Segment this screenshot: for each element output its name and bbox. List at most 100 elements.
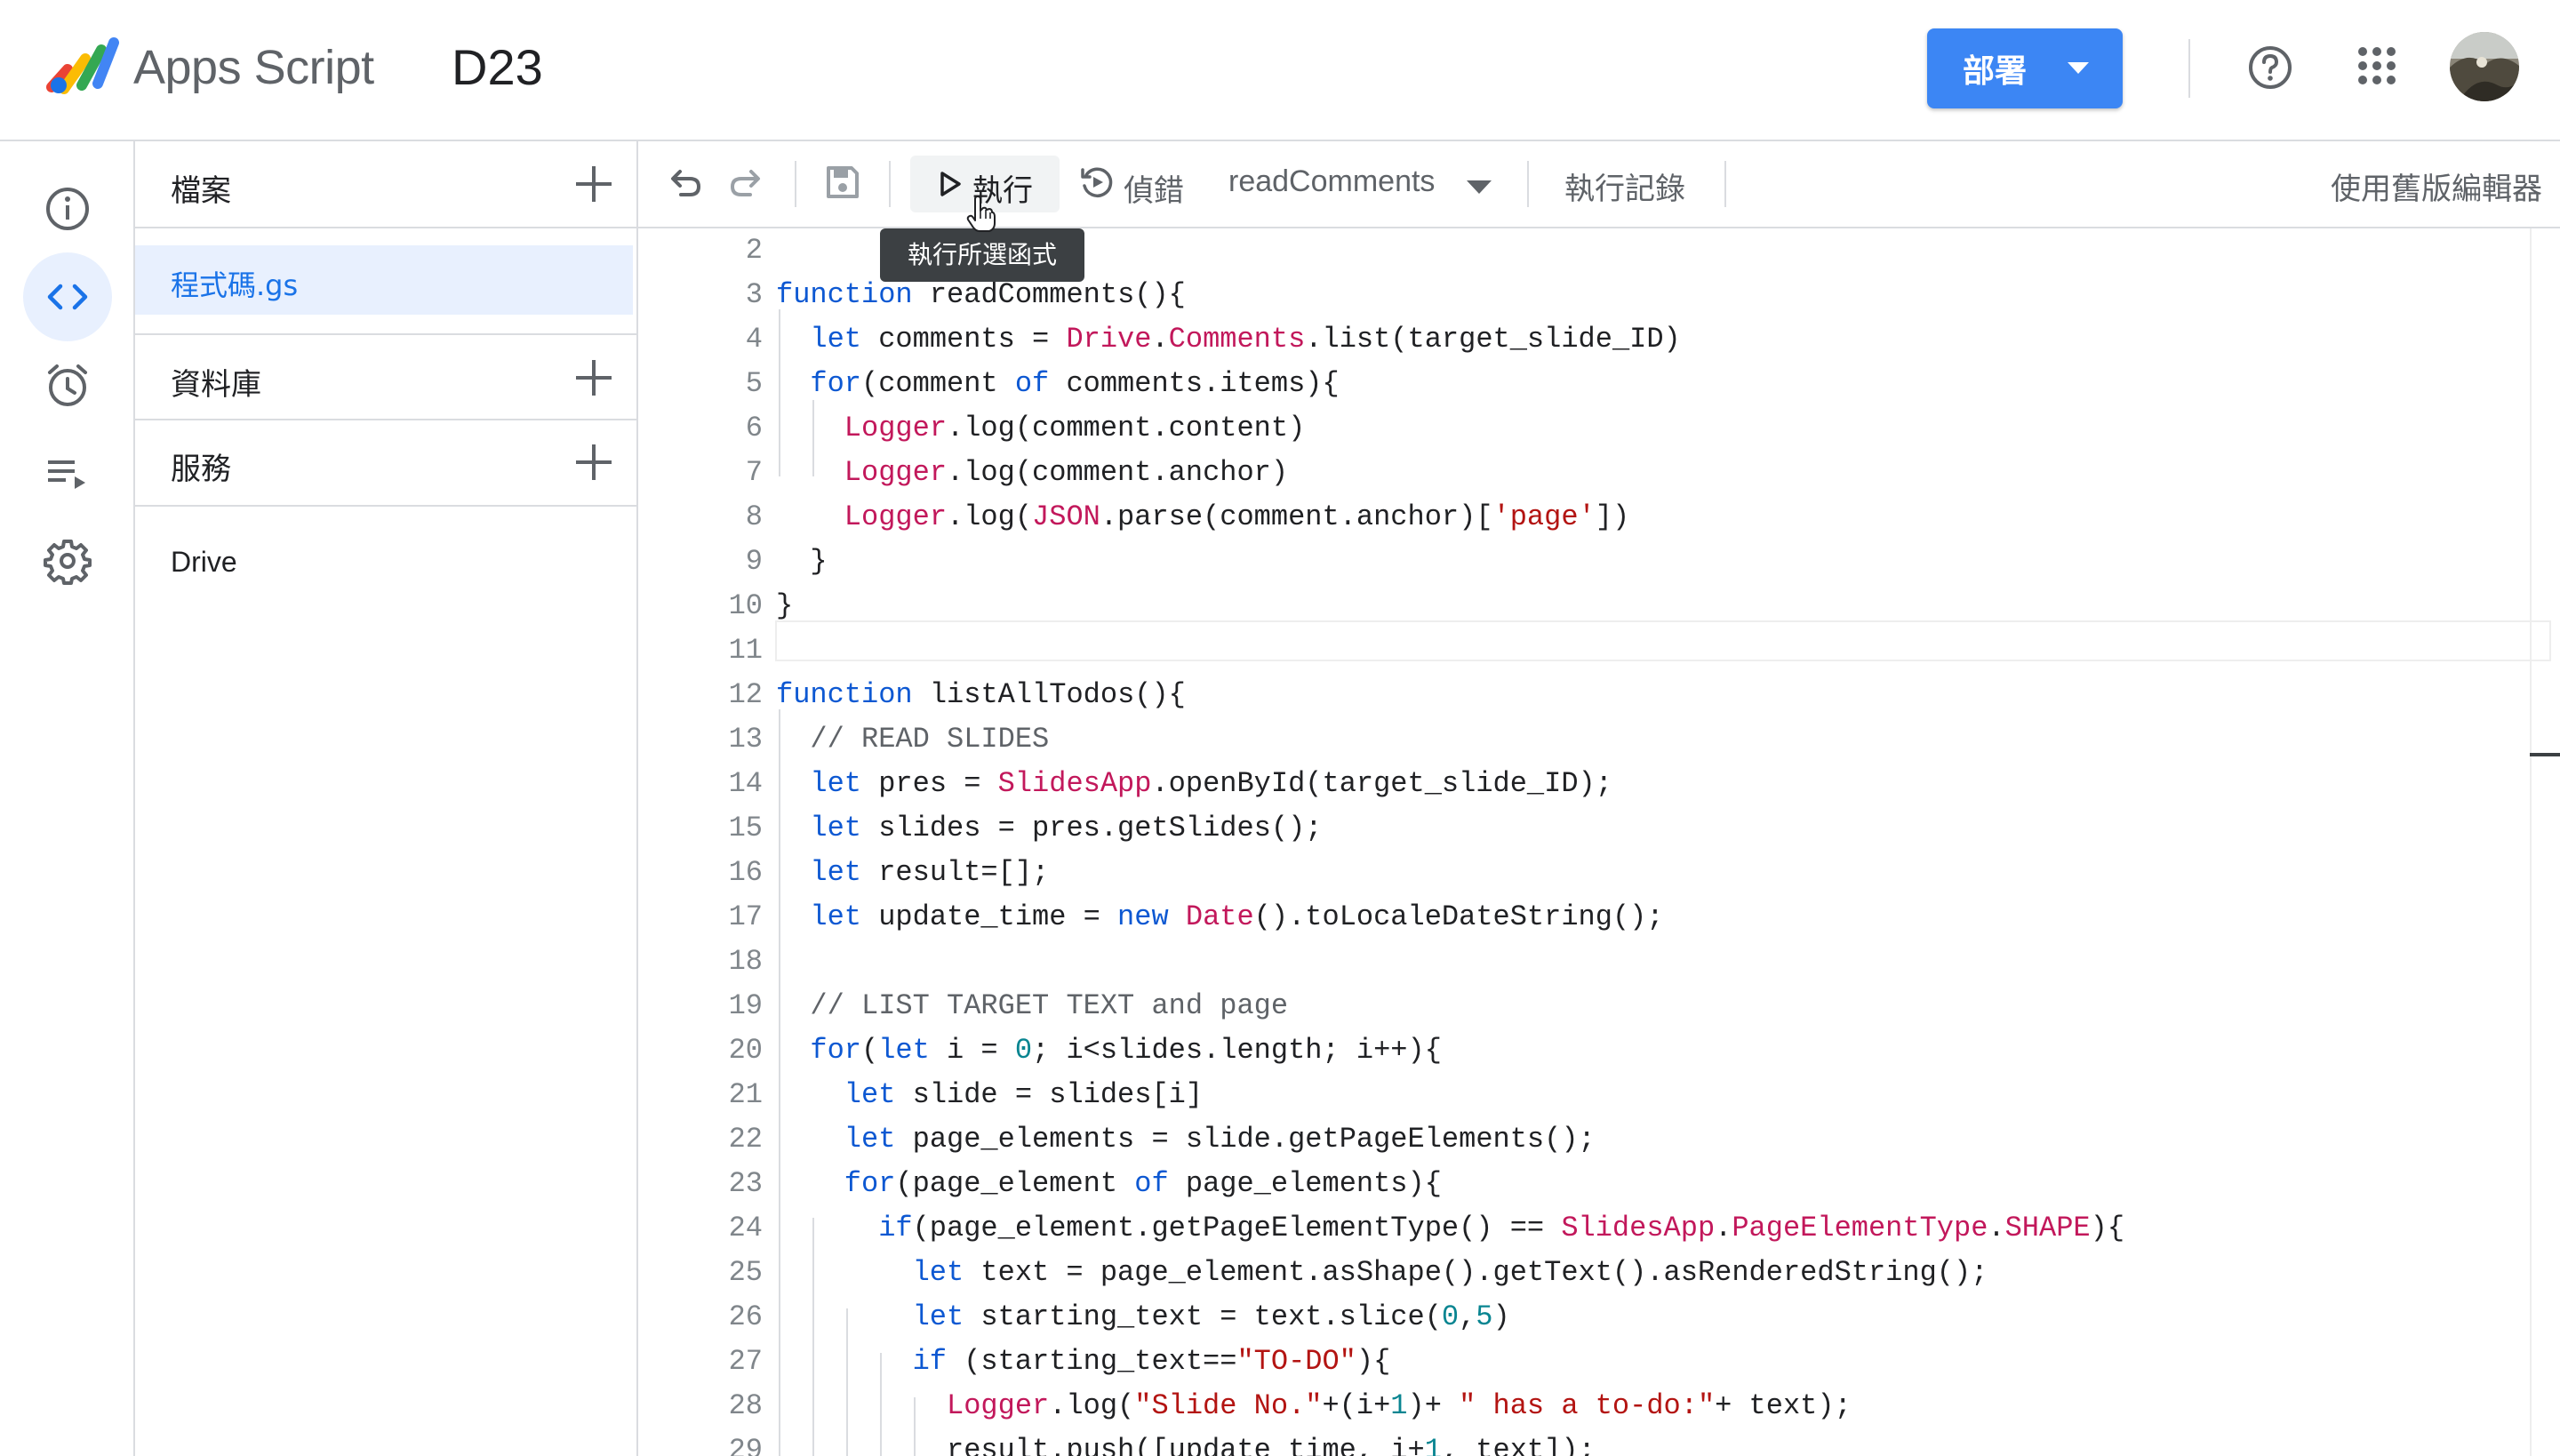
code-line[interactable]: 28 Logger.log("Slide No."+(i+1)+ " has a … <box>638 1384 2560 1428</box>
redo-icon[interactable] <box>727 163 766 202</box>
undo-icon[interactable] <box>665 163 704 202</box>
help-icon[interactable] <box>2247 44 2293 91</box>
file-item-code-gs[interactable]: 程式碼.gs <box>135 245 633 315</box>
code-line[interactable]: 7 Logger.log(comment.anchor) <box>638 451 2560 495</box>
code-line[interactable]: 25 let text = page_element.asShape().getT… <box>638 1251 2560 1295</box>
code-line[interactable]: 4 let comments = Drive.Comments.list(targ… <box>638 317 2560 362</box>
code-line[interactable]: 27 if (starting_text=="TO-DO"){ <box>638 1340 2560 1384</box>
code-line[interactable]: 11 <box>638 628 2560 673</box>
chevron-down-icon[interactable] <box>2068 62 2089 74</box>
code-token: let <box>810 767 861 800</box>
code-token: .log(comment.anchor) <box>947 456 1289 489</box>
deploy-button[interactable]: 部署 <box>1927 28 2123 108</box>
add-library-icon[interactable] <box>574 358 613 397</box>
code-line[interactable]: 22 let page_elements = slide.getPageEleme… <box>638 1117 2560 1162</box>
code-text: Logger.log("Slide No."+(i+1)+ " has a to… <box>947 1384 1852 1428</box>
code-token: 'page' <box>1492 500 1596 533</box>
debug-button-label: 偵錯 <box>1124 173 1184 209</box>
line-number: 25 <box>728 1256 763 1289</box>
code-token: let <box>810 900 861 933</box>
line-number: 28 <box>728 1389 763 1422</box>
code-token: 0 <box>1441 1300 1460 1333</box>
apps-script-logo[interactable] <box>46 34 121 98</box>
code-line[interactable]: 10} <box>638 584 2560 628</box>
code-token: . <box>1988 1212 2005 1244</box>
code-token: Logger <box>844 500 948 533</box>
code-token: Drive <box>1066 323 1152 356</box>
code-token: let <box>844 1123 896 1156</box>
code-token: .log(comment.content) <box>947 412 1306 444</box>
add-service-icon[interactable] <box>574 443 613 482</box>
code-token: page_elements){ <box>1168 1167 1442 1200</box>
code-line[interactable]: 14 let pres = SlidesApp.openById(target_s… <box>638 762 2560 806</box>
code-line[interactable]: 17 let update_time = new Date().toLocaleD… <box>638 895 2560 940</box>
execution-log-button[interactable]: 執行記錄 <box>1564 164 1685 208</box>
code-line[interactable]: 5 for(comment of comments.items){ <box>638 362 2560 406</box>
code-token: let <box>878 1034 930 1067</box>
code-line[interactable]: 26 let starting_text = text.slice(0,5) <box>638 1295 2560 1340</box>
code-token: ) <box>1492 1300 1510 1333</box>
toolbar-divider <box>889 161 891 207</box>
function-select[interactable]: readComments <box>1228 164 1435 199</box>
rail-editor-button[interactable] <box>23 252 112 341</box>
code-token: "TO-DO" <box>1236 1345 1356 1378</box>
code-text: for(let i = 0; i<slides.length; i++){ <box>810 1028 1442 1073</box>
code-text: } <box>810 540 827 584</box>
line-number: 9 <box>745 545 763 578</box>
rail-overview-button[interactable] <box>23 164 112 253</box>
code-line[interactable]: 15 let slides = pres.getSlides(); <box>638 806 2560 851</box>
code-token: } <box>810 545 828 578</box>
code-line[interactable]: 8 Logger.log(JSON.parse(comment.anchor)['… <box>638 495 2560 540</box>
code-line[interactable]: 24 if(page_element.getPageElementType() =… <box>638 1206 2560 1251</box>
code-token: for <box>844 1167 896 1200</box>
code-line[interactable]: 19 // LIST TARGET TEXT and page <box>638 984 2560 1028</box>
code-token: let <box>810 323 861 356</box>
rail-executions-button[interactable] <box>23 428 112 517</box>
code-text: let slide = slides[i] <box>844 1073 1203 1117</box>
code-text: result.push([update_time, i+1, text]); <box>947 1428 1596 1456</box>
code-token: 1 <box>1390 1389 1408 1422</box>
line-number: 23 <box>728 1167 763 1200</box>
playlist-icon <box>48 460 85 489</box>
line-number: 4 <box>745 323 763 356</box>
save-icon[interactable] <box>823 163 862 202</box>
code-line[interactable]: 20 for(let i = 0; i<slides.length; i++){ <box>638 1028 2560 1073</box>
editor-toolbar: 執行 偵錯 readComments 執行記錄 使用舊版編輯器 <box>638 141 2560 228</box>
avatar[interactable] <box>2450 32 2519 101</box>
code-text: Logger.log(comment.content) <box>844 406 1305 451</box>
code-editor[interactable]: 2 3 function readComments(){4 let comments … <box>638 228 2560 1456</box>
line-number: 14 <box>728 767 763 800</box>
code-text: if(page_element.getPageElementType() == … <box>878 1206 2124 1251</box>
code-token: let <box>912 1300 964 1333</box>
apps-grid-icon[interactable] <box>2357 46 2396 85</box>
code-line[interactable]: 23 for(page_element of page_elements){ <box>638 1162 2560 1206</box>
toolbar-divider <box>795 161 796 207</box>
project-title[interactable]: D23 <box>452 36 543 100</box>
code-line[interactable]: 18 <box>638 940 2560 984</box>
code-line[interactable]: 12 function listAllTodos(){ <box>638 673 2560 717</box>
code-line[interactable]: 9} <box>638 540 2560 584</box>
header-divider <box>2188 39 2190 98</box>
code-token: starting_text = text.slice( <box>964 1300 1442 1333</box>
code-token: ]) <box>1595 500 1630 533</box>
code-line[interactable]: 29 result.push([update_time, i+1, text]); <box>638 1428 2560 1456</box>
legacy-editor-button[interactable]: 使用舊版編輯器 <box>2331 164 2542 208</box>
code-token: 1 <box>1424 1434 1442 1456</box>
chevron-down-icon[interactable] <box>1467 180 1492 194</box>
code-text: let slides = pres.getSlides(); <box>810 806 1322 851</box>
code-text: let result=[]; <box>810 851 1049 895</box>
code-line[interactable]: 6 Logger.log(comment.content) <box>638 406 2560 451</box>
services-section-header: 服務 <box>135 420 636 507</box>
line-number: 5 <box>745 367 763 400</box>
code-token: (comment <box>861 367 1015 400</box>
code-line[interactable]: 21 let slide = slides[i] <box>638 1073 2560 1117</box>
code-line[interactable]: 13 // READ SLIDES <box>638 717 2560 762</box>
add-file-icon[interactable] <box>574 164 613 204</box>
rail-settings-button[interactable] <box>23 516 112 605</box>
code-text: // LIST TARGET TEXT and page <box>810 984 1288 1028</box>
line-number: 12 <box>728 678 763 711</box>
service-item-drive[interactable]: Drive <box>171 546 237 579</box>
code-line[interactable]: 16 let result=[]; <box>638 851 2560 895</box>
rail-triggers-button[interactable] <box>23 340 112 429</box>
line-number: 13 <box>728 723 763 756</box>
